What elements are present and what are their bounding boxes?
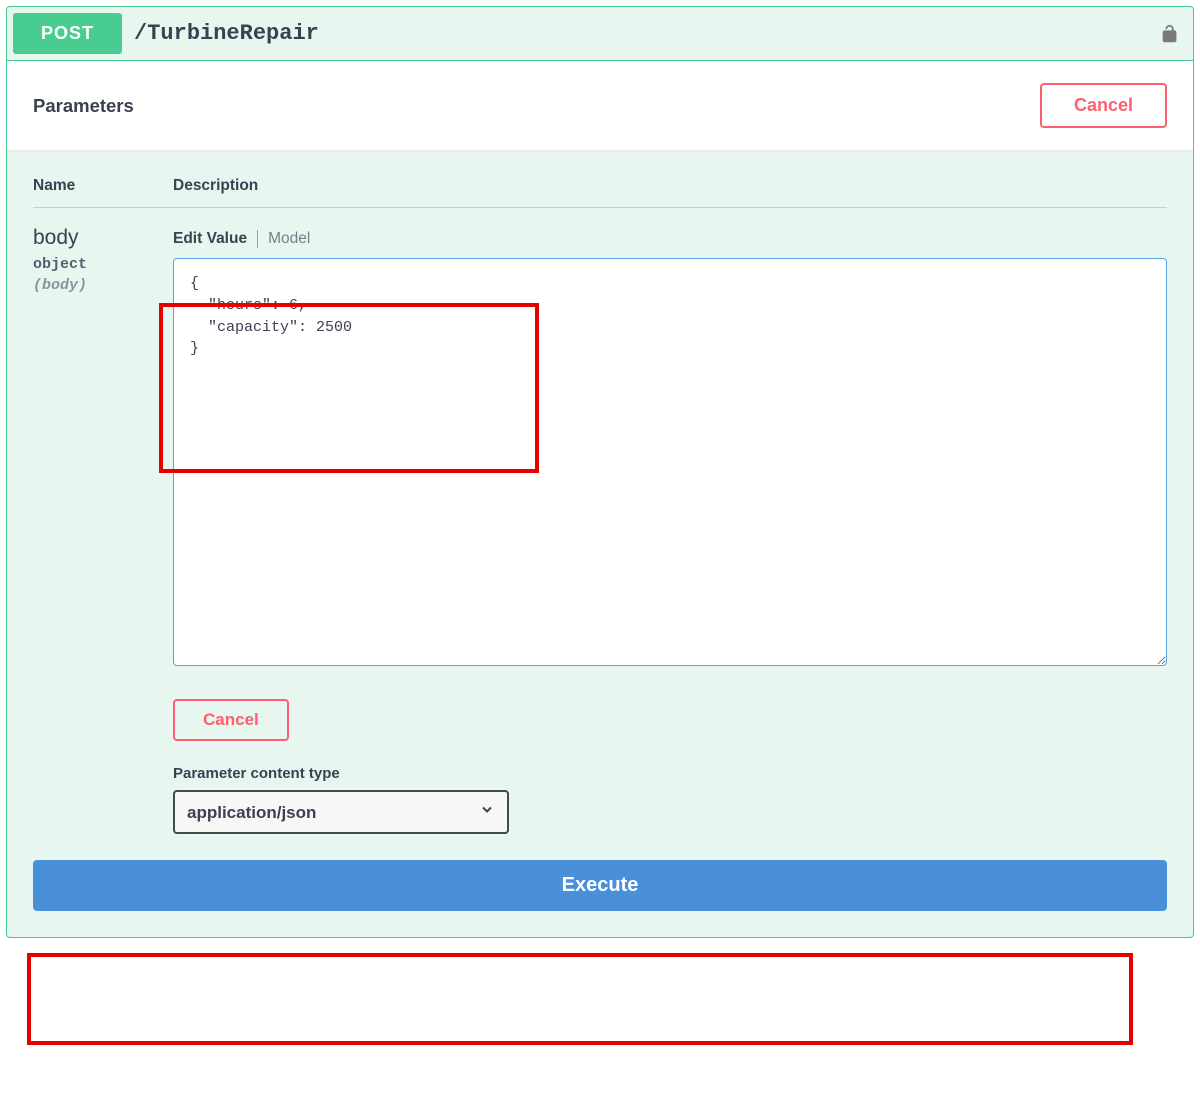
parameter-name-cell: body object (body) (33, 226, 173, 834)
tab-edit-value[interactable]: Edit Value (173, 230, 247, 248)
column-header-description: Description (173, 177, 1167, 195)
parameters-column-headers: Name Description (33, 151, 1167, 208)
parameter-description-cell: Edit Value Model Cancel Parameter conten… (173, 226, 1167, 834)
parameter-type: object (33, 256, 173, 273)
content-type-block: Parameter content type application/json (173, 765, 1167, 834)
http-method-badge: POST (13, 13, 122, 54)
annotation-execute (27, 953, 1133, 1045)
parameter-name: body (33, 226, 173, 250)
execute-button[interactable]: Execute (33, 860, 1167, 911)
body-json-input[interactable] (173, 258, 1167, 666)
operation-summary-bar[interactable]: POST /TurbineRepair (7, 7, 1193, 61)
parameters-section-header: Parameters Cancel (7, 61, 1193, 151)
parameter-row: body object (body) Edit Value Model Canc… (33, 208, 1167, 834)
content-type-select[interactable]: application/json (173, 790, 509, 834)
value-model-tabs: Edit Value Model (173, 230, 1167, 248)
unlock-icon[interactable] (1159, 23, 1181, 45)
tab-separator (257, 230, 258, 248)
parameters-container: Name Description body object (body) Edit… (7, 151, 1193, 834)
parameter-location: (body) (33, 277, 173, 294)
cancel-body-button[interactable]: Cancel (173, 699, 289, 741)
content-type-label: Parameter content type (173, 765, 1167, 782)
operation-path: /TurbineRepair (134, 21, 319, 46)
cancel-button[interactable]: Cancel (1040, 83, 1167, 128)
parameters-heading: Parameters (33, 95, 134, 117)
tab-model[interactable]: Model (268, 230, 310, 248)
execute-wrapper: Execute (7, 834, 1193, 937)
column-header-name: Name (33, 177, 173, 195)
operation-block: POST /TurbineRepair Parameters Cancel Na… (6, 6, 1194, 938)
